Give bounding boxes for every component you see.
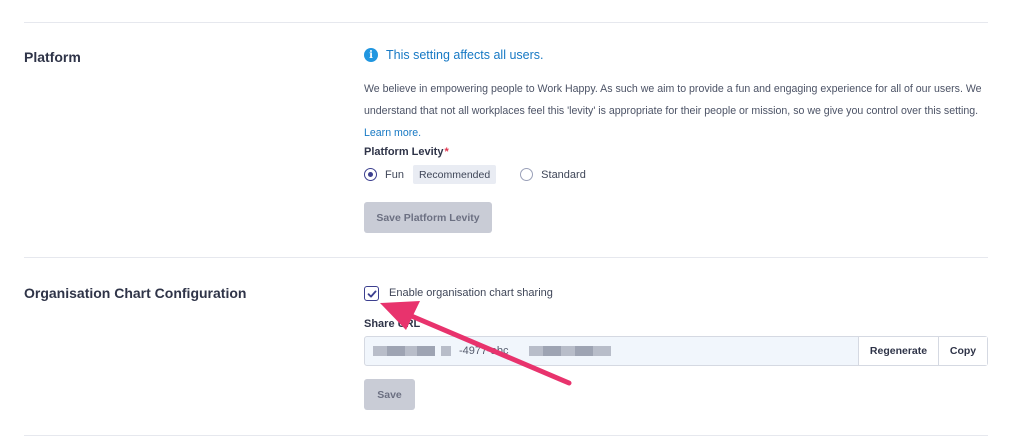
learn-more-link[interactable]: Learn more. <box>364 127 421 139</box>
radio-standard-label[interactable]: Standard <box>541 169 586 181</box>
recommended-badge: Recommended <box>412 165 497 184</box>
redacted-url-block <box>441 346 451 356</box>
radio-standard[interactable] <box>520 168 534 181</box>
redacted-url-block <box>543 346 561 356</box>
redacted-url-block <box>593 346 611 356</box>
section-divider <box>24 257 988 258</box>
info-icon: i <box>364 48 378 62</box>
share-url-group: -4977-abc Regenerate Copy <box>364 336 988 366</box>
radio-fun[interactable] <box>364 168 377 181</box>
copy-button[interactable]: Copy <box>938 337 987 365</box>
radio-selected-dot <box>368 172 373 177</box>
check-icon <box>367 290 376 297</box>
radio-fun-label[interactable]: Fun <box>385 169 404 181</box>
enable-org-chart-sharing-checkbox[interactable] <box>364 286 379 301</box>
redacted-url-block <box>561 346 575 356</box>
redacted-url-block <box>529 346 543 356</box>
platform-levity-radio-group: Fun Recommended Standard <box>364 165 586 184</box>
org-chart-section-title: Organisation Chart Configuration <box>24 285 247 301</box>
redacted-url-block <box>387 346 405 356</box>
share-url-label: Share URL <box>364 318 421 330</box>
redacted-url-block <box>373 346 387 356</box>
save-platform-levity-button[interactable]: Save Platform Levity <box>364 202 492 233</box>
platform-description: We believe in empowering people to Work … <box>364 78 992 144</box>
platform-info-text: This setting affects all users. <box>386 48 544 62</box>
platform-description-text: We believe in empowering people to Work … <box>364 83 982 117</box>
platform-levity-label: Platform Levity* <box>364 146 449 158</box>
redacted-url-block <box>575 346 593 356</box>
platform-section-title: Platform <box>24 49 81 65</box>
enable-org-chart-sharing-label[interactable]: Enable organisation chart sharing <box>389 287 553 299</box>
redacted-url-block <box>417 346 435 356</box>
platform-levity-label-text: Platform Levity <box>364 146 444 158</box>
share-url-field[interactable]: -4977-abc <box>365 337 858 365</box>
platform-info-notice: i This setting affects all users. <box>364 48 543 62</box>
regenerate-button[interactable]: Regenerate <box>858 337 938 365</box>
top-divider <box>24 22 988 23</box>
redacted-url-block <box>405 346 417 356</box>
required-marker: * <box>444 146 449 158</box>
save-org-chart-button[interactable]: Save <box>364 379 415 410</box>
annotation-arrow <box>380 301 572 386</box>
share-url-value: -4977-abc <box>459 345 509 357</box>
